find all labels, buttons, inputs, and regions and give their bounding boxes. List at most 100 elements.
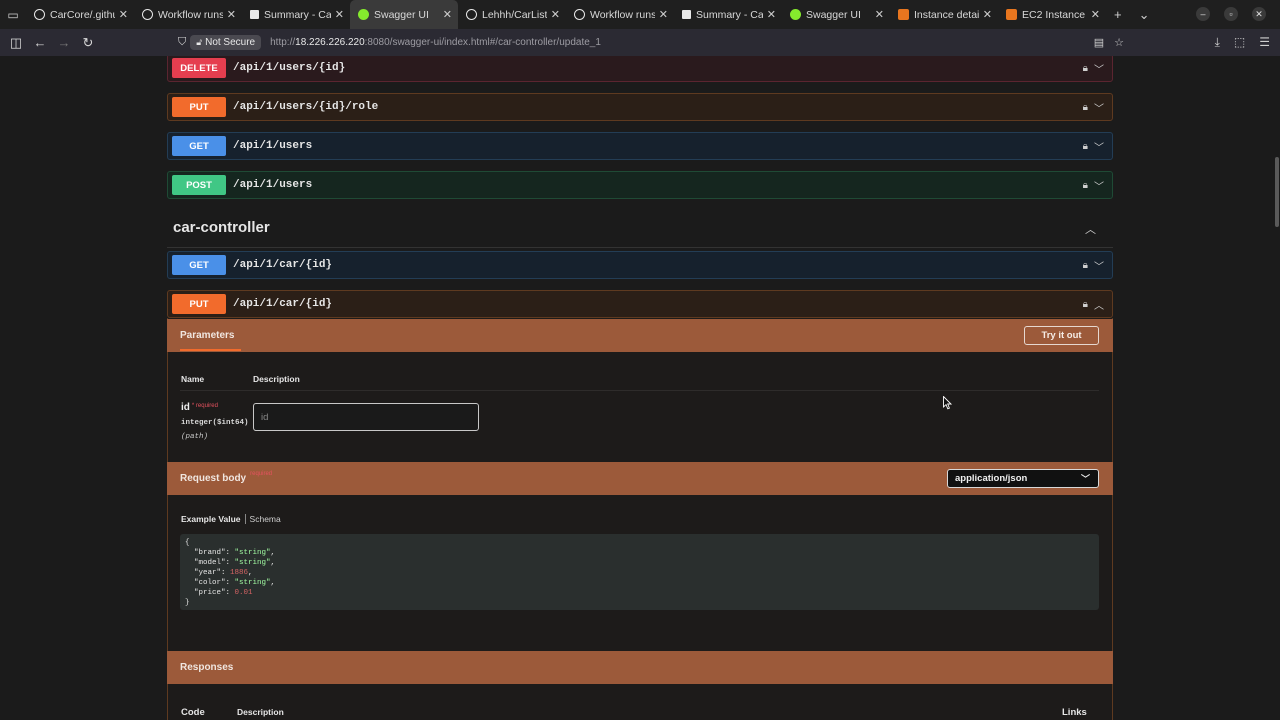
browser-tab[interactable]: Instance details ✕ [890,0,998,29]
chevron-down-icon[interactable]: ﹀ [1094,178,1104,193]
lock-icon[interactable]: 🔒︎ [1083,102,1088,113]
reader-view-icon[interactable]: ▤ [1094,36,1104,49]
method-badge: PUT [172,97,226,117]
tab-schema[interactable]: Schema [250,514,281,524]
tab-list-icon[interactable]: ▭ [0,0,26,29]
operation-post-users[interactable]: POST /api/1/users 🔒︎ ﹀ [167,171,1113,199]
browser-tab[interactable]: Swagger UI ✕ [350,0,458,29]
address-bar-actions: ▤ ☆ [1094,36,1124,49]
back-icon[interactable]: ← [28,31,52,55]
operation-get-users[interactable]: GET /api/1/users 🔒︎ ﹀ [167,132,1113,160]
shield-icon[interactable]: ⛉ [178,36,186,49]
close-tab-icon[interactable]: ✕ [227,8,236,21]
chevron-up-icon[interactable]: ︿ [1094,297,1104,312]
lock-icon[interactable]: 🔒︎ [1083,180,1088,191]
close-tab-icon[interactable]: ✕ [875,8,884,21]
bookmark-star-icon[interactable]: ☆ [1114,36,1124,49]
method-badge: GET [172,136,226,156]
close-tab-icon[interactable]: ✕ [443,8,452,21]
close-tab-icon[interactable]: ✕ [335,8,344,21]
github-icon [142,9,153,20]
chevron-down-icon[interactable]: ﹀ [1094,139,1104,154]
close-tab-icon[interactable]: ✕ [659,8,668,21]
swagger-icon [790,9,801,20]
param-location: (path) [181,433,209,441]
url-host: 18.226.226.220 [295,37,365,48]
close-tab-icon[interactable]: ✕ [983,8,992,21]
tab-example-value[interactable]: Example Value [181,514,241,524]
lock-icon[interactable]: 🔒︎ [1083,141,1088,152]
operation-delete-user[interactable]: DELETE /api/1/users/{id} 🔒︎ ﹀ [167,56,1113,82]
maximize-icon[interactable]: ▫ [1224,7,1238,21]
lock-icon[interactable]: 🔒︎ [1083,299,1088,310]
minimize-icon[interactable]: – [1196,7,1210,21]
menu-icon[interactable]: ☰ [1259,35,1270,50]
operation-put-user-role[interactable]: PUT /api/1/users/{id}/role 🔒︎ ﹀ [167,93,1113,121]
responses-label: Responses [180,662,234,673]
chevron-down-icon[interactable]: ﹀ [1094,61,1104,76]
parameters-tab[interactable]: Parameters [180,330,234,341]
browser-tab[interactable]: Summary - CarS ✕ [674,0,782,29]
responses-header: Responses [167,651,1113,684]
close-tab-icon[interactable]: ✕ [119,8,128,21]
request-body-label: Request body [180,473,247,484]
operation-path: /api/1/users/{id}/role [233,101,379,113]
section-title[interactable]: car-controller [173,219,270,236]
browser-tab[interactable]: Lehhh/CarList: F ✕ [458,0,566,29]
operation-get-car[interactable]: GET /api/1/car/{id} 🔒︎ ﹀ [167,251,1113,279]
browser-tab[interactable]: Workflow runs · ✕ [134,0,242,29]
ec2-icon [1006,9,1017,20]
chevron-down-icon[interactable]: ﹀ [1094,100,1104,115]
browser-tab[interactable]: CarCore/.github ✕ [26,0,134,29]
method-badge: DELETE [172,58,226,78]
lock-icon[interactable]: 🔒︎ [1083,260,1088,271]
chevron-down-icon[interactable]: ﹀ [1094,258,1104,273]
example-tabs: Example Value Schema [181,514,281,524]
json-colon: : [225,559,235,567]
page-scrollbar[interactable] [1275,157,1279,227]
json-value: 0.01 [234,589,253,597]
not-secure-badge[interactable]: 🔓︎ Not Secure [190,35,262,50]
close-tab-icon[interactable]: ✕ [551,8,560,21]
swagger-icon [358,9,369,20]
downloads-icon[interactable]: ⤓ [1215,35,1220,50]
close-tab-icon[interactable]: ✕ [767,8,776,21]
close-window-icon[interactable]: ✕ [1252,7,1266,21]
address-bar[interactable]: ⛉ 🔓︎ Not Secure http://18.226.226.220:80… [178,32,1124,53]
browser-nav-bar: ◫ ← → ↻ ⛉ 🔓︎ Not Secure http://18.226.22… [0,29,1280,56]
operation-put-car[interactable]: PUT /api/1/car/{id} 🔒︎ ︿ [167,290,1113,318]
lock-icon[interactable]: 🔒︎ [1083,63,1088,74]
browser-tab-bar: ▭ CarCore/.github✕Workflow runs ·✕Summar… [0,0,1280,29]
browser-tab[interactable]: Summary - CarS ✕ [242,0,350,29]
json-key: "model" [194,559,226,567]
try-it-out-button[interactable]: Try it out [1024,326,1099,345]
id-input[interactable]: id [253,403,479,431]
tab-title: Lehhh/CarList: F [482,8,547,21]
forward-icon[interactable]: → [52,31,76,55]
window-controls: – ▫ ✕ [1196,7,1266,21]
chevron-up-icon[interactable]: ︿ [1085,221,1096,237]
code-line: "year": 1886, [185,568,1094,578]
content-type-select[interactable]: application/json ﹀ [947,469,1099,488]
operation-path: /api/1/users [233,179,313,191]
reload-icon[interactable]: ↻ [76,31,100,55]
close-tab-icon[interactable]: ✕ [1091,8,1100,21]
tab-overflow-chevron-icon[interactable]: ⌄ [1139,7,1150,23]
browser-tab[interactable]: EC2 Instance Co ✕ [998,0,1106,29]
url-text[interactable]: http://18.226.226.220:8080/swagger-ui/in… [270,37,601,48]
browser-tab[interactable]: Workflow runs · ✕ [566,0,674,29]
aws-icon [250,10,259,19]
example-code-block[interactable]: { "brand": "string", "model": "string", "y… [180,534,1099,610]
tab-title: Workflow runs · [158,8,223,21]
sidebar-toggle-icon[interactable]: ◫ [4,31,28,55]
json-comma: , [248,569,253,577]
json-value: 1886 [230,569,249,577]
param-type: integer($int64) [181,419,249,427]
browser-tab[interactable]: Swagger UI ✕ [782,0,890,29]
new-tab-icon[interactable]: + [1114,7,1122,22]
operation-path: /api/1/users/{id} [233,62,346,74]
tab-title: EC2 Instance Co [1022,8,1087,21]
extensions-icon[interactable]: ⬚ [1234,35,1245,50]
tab-strip: CarCore/.github✕Workflow runs ·✕Summary … [26,0,1106,29]
parameters-header: Parameters Try it out [167,319,1113,352]
